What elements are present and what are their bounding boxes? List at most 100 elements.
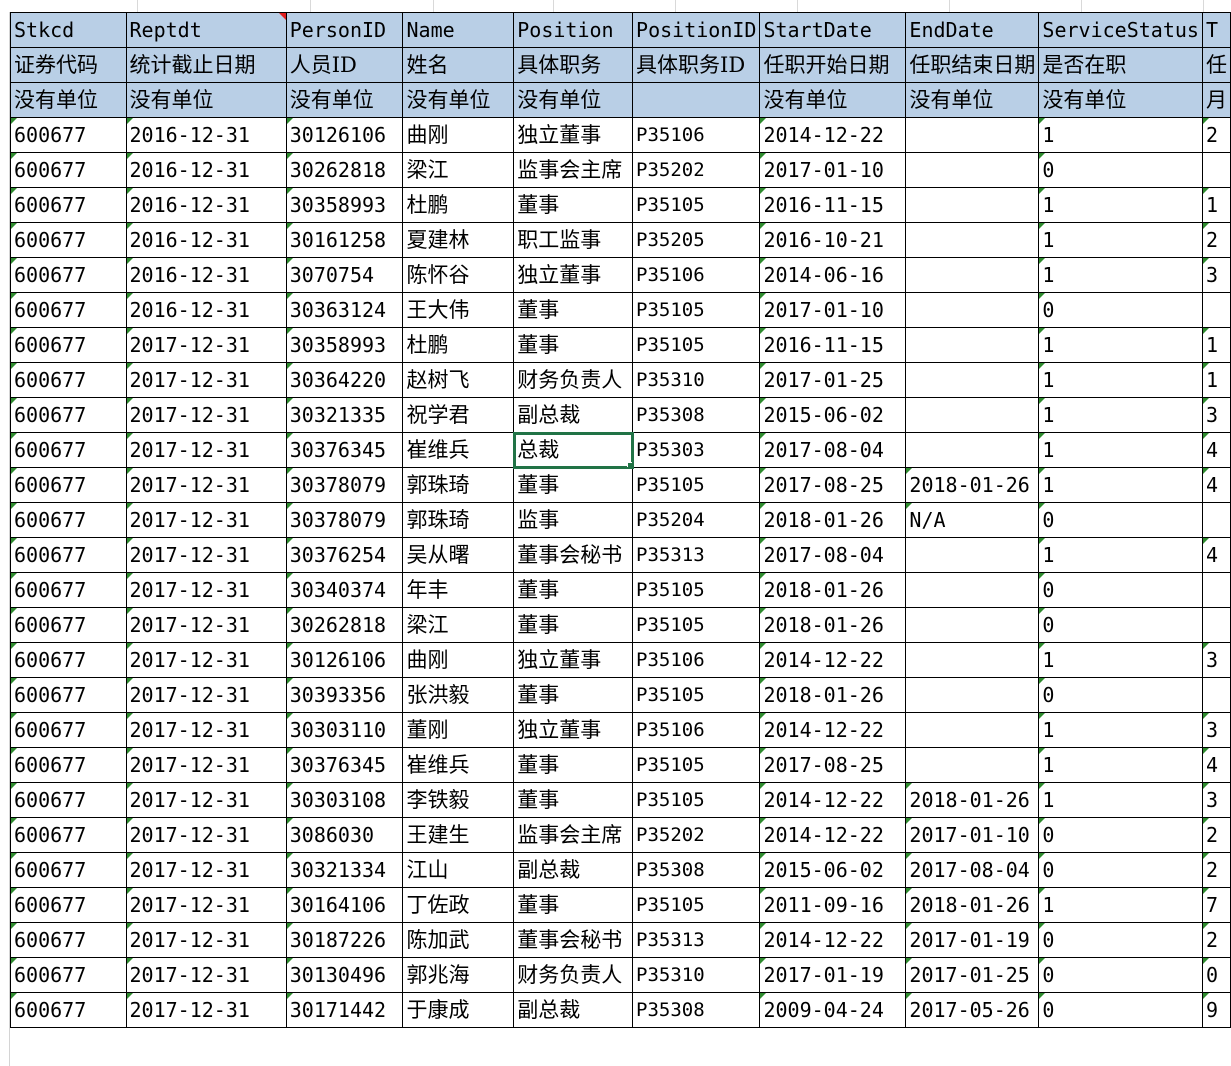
cell-end-date[interactable]: 2018-01-26 [905, 467, 1040, 503]
cell-service-status[interactable]: 1 [1038, 117, 1203, 153]
cell-position-id[interactable]: P35308 [632, 992, 761, 1028]
cell-t[interactable]: 3 [1201, 782, 1231, 818]
cell-start-date[interactable]: 2018-01-26 [759, 607, 907, 643]
cell-end-date[interactable]: 2017-05-26 [905, 992, 1040, 1028]
cell-service-status[interactable]: 1 [1038, 712, 1203, 748]
cell-person-id[interactable]: 30303108 [285, 782, 404, 818]
cell-reptdt[interactable]: 2017-12-31 [125, 712, 287, 748]
cell-stkcd[interactable]: 600677 [10, 222, 127, 258]
cell-position-id[interactable]: P35105 [632, 747, 761, 783]
cell-name[interactable]: 梁江 [402, 152, 515, 188]
cell-person-id[interactable]: 3070754 [285, 257, 404, 293]
cell-reptdt[interactable]: 2017-12-31 [125, 922, 287, 958]
cell-stkcd[interactable]: 600677 [10, 117, 127, 153]
cell-t[interactable]: 7 [1201, 887, 1231, 923]
cell-stkcd[interactable]: 600677 [10, 677, 127, 713]
cell-reptdt[interactable]: 2017-12-31 [125, 362, 287, 398]
cell-position-id[interactable]: P35106 [632, 712, 761, 748]
cell-reptdt[interactable]: 2016-12-31 [125, 222, 287, 258]
cell-service-status[interactable]: 0 [1038, 152, 1203, 188]
cell-reptdt[interactable]: 2017-12-31 [125, 747, 287, 783]
cell-service-status[interactable]: 1 [1038, 887, 1203, 923]
cell-person-id[interactable]: 30171442 [285, 992, 404, 1028]
cell-name[interactable]: 郭兆海 [402, 957, 515, 993]
cell-person-id[interactable]: 30321335 [285, 397, 404, 433]
cell-stkcd[interactable]: 600677 [10, 397, 127, 433]
cell-position[interactable]: 财务负责人 [513, 957, 634, 993]
cell-position[interactable]: 董事 [513, 782, 634, 818]
cell-service-status[interactable]: 1 [1038, 642, 1203, 678]
header-cell-stkcd[interactable]: 没有单位 [10, 82, 127, 118]
cell-position-id[interactable]: P35106 [632, 642, 761, 678]
cell-reptdt[interactable]: 2017-12-31 [125, 782, 287, 818]
cell-name[interactable]: 赵树飞 [402, 362, 515, 398]
cell-position-id[interactable]: P35105 [632, 887, 761, 923]
header-cell-stkcd[interactable]: Stkcd [10, 12, 127, 48]
header-cell-position[interactable]: 没有单位 [513, 82, 634, 118]
cell-person-id[interactable]: 30376254 [285, 537, 404, 573]
cell-position-id[interactable]: P35105 [632, 677, 761, 713]
cell-position-id[interactable]: P35202 [632, 152, 761, 188]
cell-t[interactable] [1201, 572, 1231, 608]
cell-start-date[interactable]: 2016-10-21 [759, 222, 907, 258]
cell-start-date[interactable]: 2011-09-16 [759, 887, 907, 923]
cell-end-date[interactable]: N/A [905, 502, 1040, 538]
cell-end-date[interactable] [905, 187, 1040, 223]
cell-position-id[interactable]: P35313 [632, 537, 761, 573]
cell-position-id[interactable]: P35308 [632, 397, 761, 433]
cell-position[interactable]: 董事 [513, 747, 634, 783]
cell-start-date[interactable]: 2017-01-19 [759, 957, 907, 993]
cell-service-status[interactable]: 1 [1038, 467, 1203, 503]
cell-stkcd[interactable]: 600677 [10, 712, 127, 748]
cell-stkcd[interactable]: 600677 [10, 782, 127, 818]
cell-reptdt[interactable]: 2016-12-31 [125, 292, 287, 328]
cell-start-date[interactable]: 2016-11-15 [759, 327, 907, 363]
cell-person-id[interactable]: 30164106 [285, 887, 404, 923]
cell-position-id[interactable]: P35205 [632, 222, 761, 258]
header-cell-position[interactable]: 具体职务 [513, 47, 634, 83]
header-cell-t[interactable]: T [1201, 12, 1231, 48]
cell-position[interactable]: 监事会主席 [513, 152, 634, 188]
cell-t[interactable]: 3 [1201, 397, 1231, 433]
cell-t[interactable]: 4 [1201, 747, 1231, 783]
cell-position-id[interactable]: P35105 [632, 187, 761, 223]
cell-stkcd[interactable]: 600677 [10, 992, 127, 1028]
cell-name[interactable]: 杜鹏 [402, 327, 515, 363]
cell-person-id[interactable]: 30378079 [285, 502, 404, 538]
cell-reptdt[interactable]: 2016-12-31 [125, 117, 287, 153]
cell-position[interactable]: 董事 [513, 677, 634, 713]
cell-stkcd[interactable]: 600677 [10, 572, 127, 608]
cell-name[interactable]: 陈怀谷 [402, 257, 515, 293]
cell-person-id[interactable]: 30340374 [285, 572, 404, 608]
cell-reptdt[interactable]: 2017-12-31 [125, 537, 287, 573]
cell-start-date[interactable]: 2017-08-04 [759, 537, 907, 573]
cell-name[interactable]: 陈加武 [402, 922, 515, 958]
cell-end-date[interactable] [905, 572, 1040, 608]
header-cell-t[interactable]: 任 [1201, 47, 1231, 83]
cell-position[interactable]: 董事 [513, 327, 634, 363]
cell-position[interactable]: 独立董事 [513, 712, 634, 748]
cell-person-id[interactable]: 30126106 [285, 642, 404, 678]
cell-end-date[interactable]: 2017-01-25 [905, 957, 1040, 993]
cell-position[interactable]: 独立董事 [513, 117, 634, 153]
cell-reptdt[interactable]: 2017-12-31 [125, 432, 287, 468]
cell-end-date[interactable] [905, 222, 1040, 258]
cell-position[interactable]: 董事会秘书 [513, 537, 634, 573]
header-cell-start-date[interactable]: 任职开始日期 [759, 47, 907, 83]
cell-t[interactable]: 2 [1201, 852, 1231, 888]
cell-name[interactable]: 王建生 [402, 817, 515, 853]
cell-position[interactable]: 监事会主席 [513, 817, 634, 853]
cell-service-status[interactable]: 0 [1038, 572, 1203, 608]
cell-name[interactable]: 崔维兵 [402, 432, 515, 468]
cell-stkcd[interactable]: 600677 [10, 537, 127, 573]
cell-start-date[interactable]: 2017-01-25 [759, 362, 907, 398]
cell-position-id[interactable]: P35303 [632, 432, 761, 468]
cell-reptdt[interactable]: 2016-12-31 [125, 187, 287, 223]
cell-t[interactable] [1201, 607, 1231, 643]
cell-stkcd[interactable]: 600677 [10, 432, 127, 468]
cell-stkcd[interactable]: 600677 [10, 257, 127, 293]
cell-service-status[interactable]: 0 [1038, 292, 1203, 328]
cell-start-date[interactable]: 2017-08-25 [759, 467, 907, 503]
cell-reptdt[interactable]: 2017-12-31 [125, 957, 287, 993]
cell-stkcd[interactable]: 600677 [10, 607, 127, 643]
